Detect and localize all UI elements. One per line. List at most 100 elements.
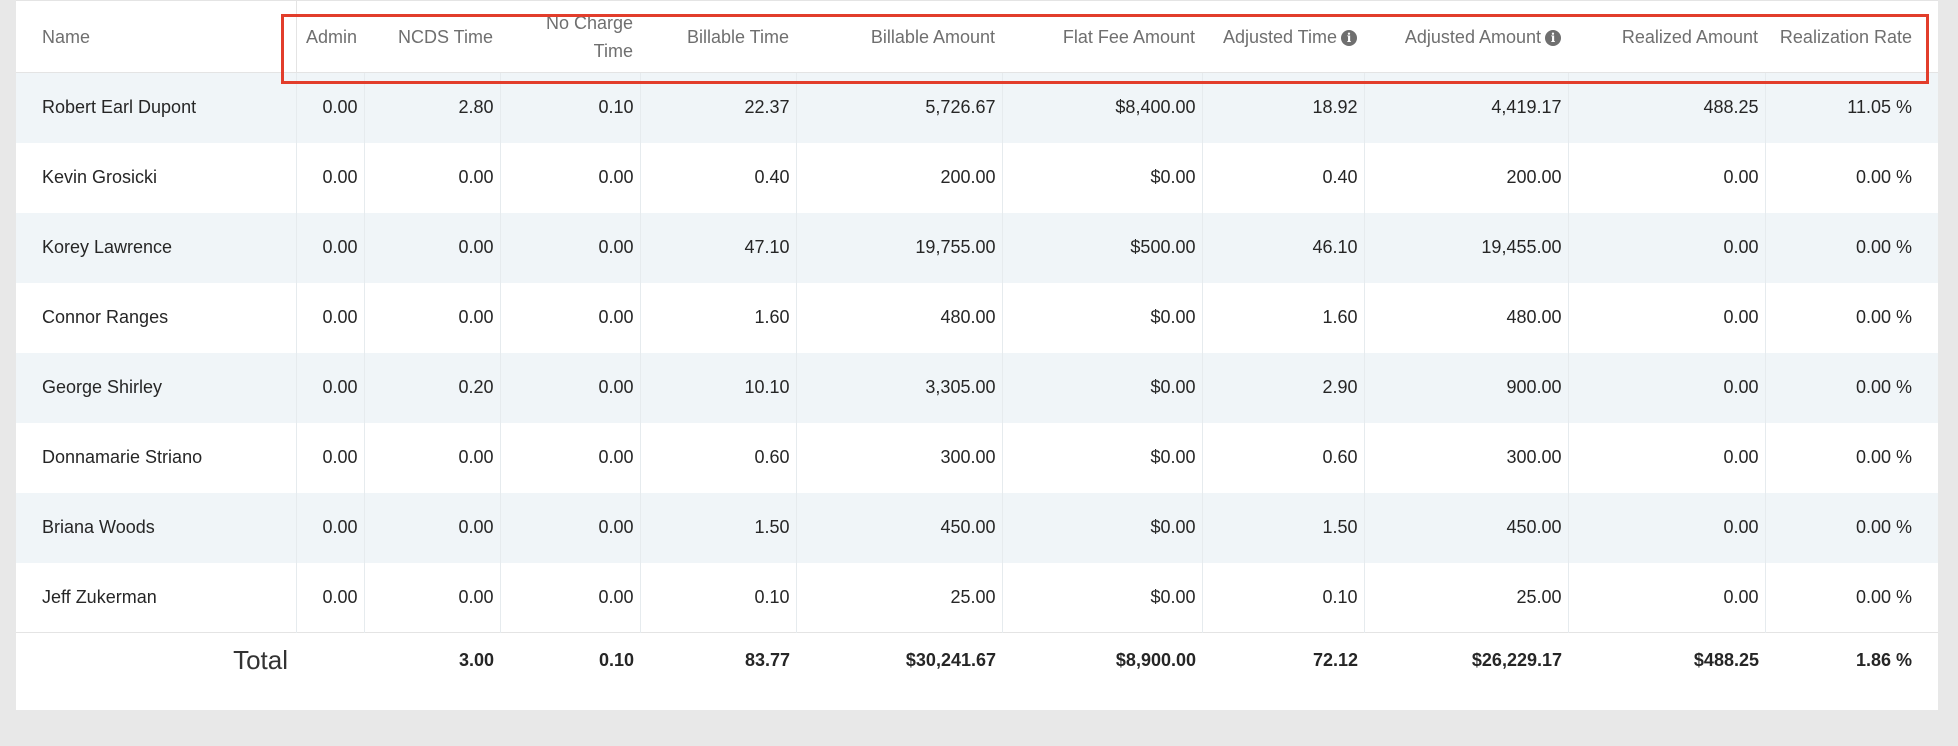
no-charge-time-cell: 0.00 [500,212,641,283]
table-row[interactable]: Kevin Grosicki 0.00 0.00 0.00 0.40 200.0… [16,142,1938,213]
realized-amount-cell: 0.00 [1568,142,1766,213]
ncds-time-cell: 0.00 [364,212,501,283]
flat-fee-amount-cell: $0.00 [1002,282,1203,353]
adjusted-time-cell: 1.60 [1202,282,1365,353]
adjusted-amount-cell: 19,455.00 [1364,212,1569,283]
flat-fee-amount-cell: $500.00 [1002,212,1203,283]
ncds-time-cell: 0.00 [364,142,501,213]
admin-cell: 0.00 [296,212,365,283]
timekeeper-name: Korey Lawrence [16,212,297,283]
total-label: Total [233,645,288,676]
flat-fee-amount-cell: $0.00 [1002,562,1203,633]
realization-rate-cell: 0.00 % [1855,447,1912,467]
realized-amount-cell: 0.00 [1568,492,1766,563]
realized-amount-cell: 0.00 [1568,212,1766,283]
column-header-adjusted-amount[interactable]: Adjusted Amount i [1364,0,1568,73]
billable-amount-cell: 200.00 [796,142,1003,213]
table-row[interactable]: Jeff Zukerman 0.00 0.00 0.00 0.10 25.00 … [16,562,1938,633]
table-row[interactable]: Korey Lawrence 0.00 0.00 0.00 47.10 19,7… [16,212,1938,283]
report-panel: Name Admin NCDS Time No Charge Time Billa… [16,0,1938,710]
ncds-time-cell: 0.00 [364,492,501,563]
admin-cell: 0.00 [296,282,365,353]
billable-amount-cell: 480.00 [796,282,1003,353]
table-row[interactable]: George Shirley 0.00 0.20 0.00 10.10 3,30… [16,352,1938,423]
total-flat-fee-amount: $8,900.00 [1115,650,1196,671]
total-admin [296,633,364,689]
billable-time-cell: 1.50 [640,492,797,563]
flat-fee-amount-cell: $0.00 [1002,142,1203,213]
no-charge-time-cell: 0.10 [500,72,641,143]
adjusted-amount-cell: 4,419.17 [1364,72,1569,143]
ncds-time-cell: 2.80 [364,72,501,143]
total-billable-amount: $30,241.67 [905,650,996,671]
timekeeper-name: Connor Ranges [16,282,297,353]
column-header-adjusted-time[interactable]: Adjusted Time i [1202,0,1364,73]
adjusted-amount-cell: 25.00 [1364,562,1569,633]
billable-time-cell: 1.60 [640,282,797,353]
adjusted-time-cell: 0.60 [1202,422,1365,493]
no-charge-time-cell: 0.00 [500,282,641,353]
realized-amount-cell: 0.00 [1568,282,1766,353]
timekeeper-name: Jeff Zukerman [16,562,297,633]
adjusted-amount-cell: 200.00 [1364,142,1569,213]
flat-fee-amount-cell: $0.00 [1002,492,1203,563]
billable-time-cell: 47.10 [640,212,797,283]
admin-cell: 0.00 [296,352,365,423]
billable-amount-cell: 3,305.00 [796,352,1003,423]
realization-rate-cell: 0.00 % [1855,377,1912,397]
realization-rate-cell: 0.00 % [1855,517,1912,537]
billable-time-cell: 0.60 [640,422,797,493]
table-row[interactable]: Briana Woods 0.00 0.00 0.00 1.50 450.00 … [16,492,1938,563]
total-adjusted-time: 72.12 [1312,650,1358,671]
table-row[interactable]: Connor Ranges 0.00 0.00 0.00 1.60 480.00… [16,282,1938,353]
realized-amount-cell: 488.25 [1568,72,1766,143]
table-row[interactable]: Donnamarie Striano 0.00 0.00 0.00 0.60 3… [16,422,1938,493]
adjusted-amount-cell: 300.00 [1364,422,1569,493]
realized-amount-cell: 0.00 [1568,562,1766,633]
flat-fee-amount-cell: $0.00 [1002,422,1203,493]
billable-time-cell: 0.40 [640,142,797,213]
total-no-charge-time: 0.10 [598,650,634,671]
total-realization-rate: 1.86 % [1855,650,1912,671]
billable-amount-cell: 450.00 [796,492,1003,563]
column-header-name[interactable]: Name [16,0,297,73]
billable-amount-cell: 300.00 [796,422,1003,493]
admin-cell: 0.00 [296,562,365,633]
timekeeper-name: Robert Earl Dupont [16,72,297,143]
realization-rate-cell: 0.00 % [1855,167,1912,187]
info-circle-icon[interactable]: i [1545,29,1561,46]
adjusted-amount-cell: 480.00 [1364,282,1569,353]
total-billable-time: 83.77 [744,650,790,671]
column-header-billable-time[interactable]: Billable Time [640,0,796,73]
column-header-realization-rate[interactable]: Realization Rate [1765,0,1938,73]
no-charge-time-cell: 0.00 [500,142,641,213]
total-realized-amount: $488.25 [1693,650,1759,671]
flat-fee-amount-cell: $8,400.00 [1002,72,1203,143]
billable-time-cell: 10.10 [640,352,797,423]
billable-amount-cell: 19,755.00 [796,212,1003,283]
table-row[interactable]: Robert Earl Dupont 0.00 2.80 0.10 22.37 … [16,72,1938,143]
realized-amount-cell: 0.00 [1568,422,1766,493]
adjusted-time-cell: 0.40 [1202,142,1365,213]
column-header-ncds-time[interactable]: NCDS Time [364,0,500,73]
ncds-time-cell: 0.00 [364,282,501,353]
column-header-realized-amount[interactable]: Realized Amount [1568,0,1765,73]
column-header-no-charge-time[interactable]: No Charge Time [500,0,640,73]
billable-amount-cell: 5,726.67 [796,72,1003,143]
adjusted-amount-cell: 450.00 [1364,492,1569,563]
adjusted-time-cell: 1.50 [1202,492,1365,563]
adjusted-time-cell: 46.10 [1202,212,1365,283]
billable-time-cell: 0.10 [640,562,797,633]
no-charge-time-cell: 0.00 [500,352,641,423]
column-header-billable-amount[interactable]: Billable Amount [796,0,1002,73]
adjusted-amount-cell: 900.00 [1364,352,1569,423]
adjusted-time-cell: 18.92 [1202,72,1365,143]
adjusted-time-cell: 0.10 [1202,562,1365,633]
column-header-admin[interactable]: Admin [296,0,364,73]
no-charge-time-cell: 0.00 [500,422,641,493]
timekeeper-name: George Shirley [16,352,297,423]
ncds-time-cell: 0.00 [364,562,501,633]
ncds-time-cell: 0.20 [364,352,501,423]
column-header-flat-fee-amount[interactable]: Flat Fee Amount [1002,0,1202,73]
info-circle-icon[interactable]: i [1341,29,1357,46]
